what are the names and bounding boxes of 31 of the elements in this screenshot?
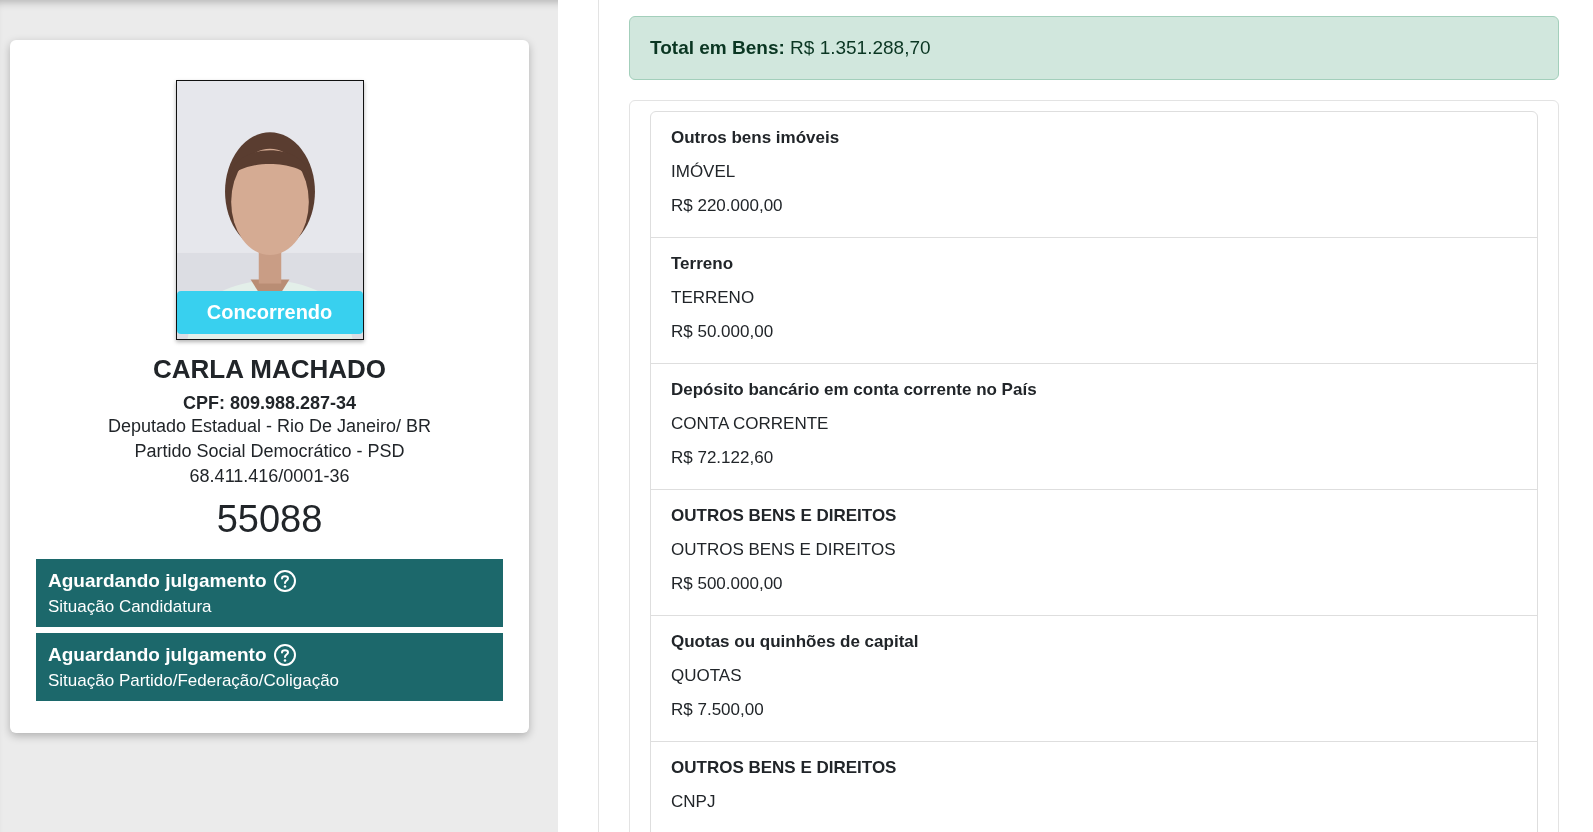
asset-title: Quotas ou quinhões de capital [671,632,920,652]
asset-type: CNPJ [671,792,717,812]
candidate-name: CARLA MACHADO [153,354,386,385]
asset-value: R$ 220.000,00 [671,196,784,216]
situation-label: Situação Partido/Federação/Coligação [48,671,341,691]
asset-value: R$ 72.122,60 [671,448,775,468]
help-icon[interactable] [272,643,297,667]
cnpj-text: 68.411.416/0001-36 [189,465,350,488]
asset-type: CONTA CORRENTE [671,414,830,434]
office-text: Deputado Estadual - Rio De Janeiro/ BR [107,415,432,438]
asset-type: QUOTAS [671,666,743,686]
asset-title: Terreno [671,254,735,274]
asset-type: OUTROS BENS E DIREITOS [671,540,897,560]
situation-status: Aguardando julgamento [48,570,267,592]
party-text: Partido Social Democrático - PSD [134,440,405,463]
asset-title: OUTROS BENS E DIREITOS [671,758,898,778]
asset-value: R$ 50.000,00 [671,322,775,342]
asset-title: Outros bens imóveis [671,128,841,148]
asset-type: TERRENO [671,288,756,308]
status-badge: Concorrendo [176,291,363,334]
help-icon[interactable] [272,569,297,593]
asset-type: IMÓVEL [671,162,737,182]
situation-status: Aguardando julgamento [48,644,267,666]
cpf-text: CPF: 809.988.287-34 [182,393,357,414]
total-text: Total em Bens: R$ 1.351.288,70 [650,37,931,58]
candidate-number: 55088 [216,497,323,542]
asset-value: R$ 500.000,00 [671,574,784,594]
asset-title: Depósito bancário em conta corrente no País [671,380,1038,400]
situation-label: Situação Candidatura [48,597,213,617]
asset-value: R$ 7.500,00 [671,700,765,720]
asset-title: OUTROS BENS E DIREITOS [671,506,898,526]
